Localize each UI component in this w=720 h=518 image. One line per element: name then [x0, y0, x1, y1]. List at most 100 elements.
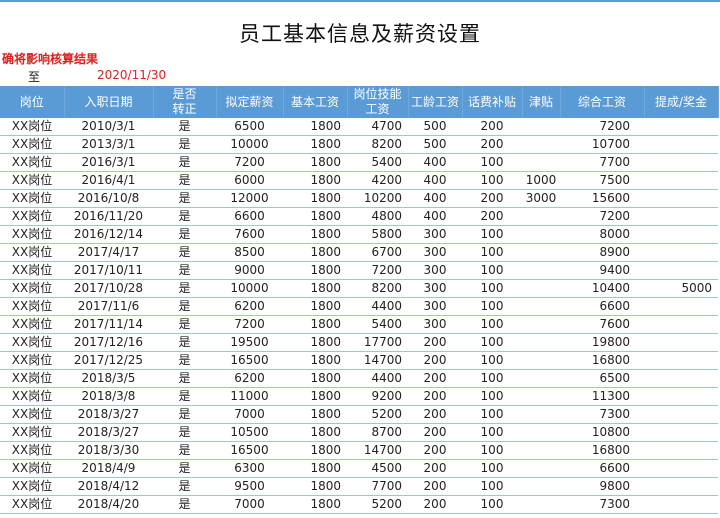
cell-phone-allowance[interactable]: 100: [462, 171, 522, 190]
cell-phone-allowance[interactable]: 200: [462, 135, 522, 154]
table-row[interactable]: XX岗位 2018/3/27 是 10500 1800 8700 200 100 10800: [0, 423, 718, 442]
column-header-commission-bonus[interactable]: 提成/奖金: [644, 86, 719, 118]
cell-skill-salary[interactable]: 4700: [347, 118, 408, 136]
cell-base-salary[interactable]: 1800: [283, 405, 347, 424]
cell-base-salary[interactable]: 1800: [283, 118, 347, 136]
table-row[interactable]: XX岗位 2018/3/5 是 6200 1800 4400 200 100 6500: [0, 369, 718, 388]
cell-confirmed[interactable]: 是: [153, 135, 216, 154]
cell-base-salary[interactable]: 1800: [283, 441, 347, 460]
cell-base-salary[interactable]: 1800: [283, 207, 347, 226]
table-row[interactable]: XX岗位 2018/4/12 是 9500 1800 7700 200 100 9800: [0, 477, 718, 496]
table-row[interactable]: XX岗位 2016/4/1 是 6000 1800 4200 400 100 1000 7500: [0, 171, 718, 190]
cell-allowance[interactable]: 1000: [522, 171, 560, 190]
cell-phone-allowance[interactable]: 100: [462, 279, 522, 298]
cell-hire-date[interactable]: 2017/4/17: [64, 243, 153, 262]
cell-hire-date[interactable]: 2018/3/30: [64, 441, 153, 460]
cell-allowance[interactable]: [522, 243, 560, 262]
cell-commission-bonus[interactable]: [644, 423, 718, 442]
cell-seniority-pay[interactable]: 500: [408, 118, 462, 136]
cell-allowance[interactable]: [522, 333, 560, 352]
cell-phone-allowance[interactable]: 200: [462, 118, 522, 136]
cell-hire-date[interactable]: 2017/12/16: [64, 333, 153, 352]
cell-skill-salary[interactable]: 8200: [347, 135, 408, 154]
table-row[interactable]: XX岗位 2017/12/16 是 19500 1800 17700 200 100 19800: [0, 333, 718, 352]
column-header-hire-date[interactable]: 入职日期: [64, 86, 154, 118]
column-header-base-salary[interactable]: 基本工资: [283, 86, 348, 118]
cell-total-salary[interactable]: 10400: [560, 279, 644, 298]
cell-base-salary[interactable]: 1800: [283, 477, 347, 496]
cell-position[interactable]: XX岗位: [0, 135, 64, 154]
cell-position[interactable]: XX岗位: [0, 423, 64, 442]
cell-phone-allowance[interactable]: 100: [462, 423, 522, 442]
cell-allowance[interactable]: [522, 261, 560, 280]
cell-confirmed[interactable]: 是: [153, 171, 216, 190]
cell-skill-salary[interactable]: 14700: [347, 351, 408, 370]
cell-confirmed[interactable]: 是: [153, 189, 216, 208]
cell-allowance[interactable]: [522, 405, 560, 424]
cell-total-salary[interactable]: 7200: [560, 207, 644, 226]
cell-total-salary[interactable]: 6600: [560, 459, 644, 478]
table-row[interactable]: XX岗位 2018/4/9 是 6300 1800 4500 200 100 6600: [0, 459, 718, 478]
cell-seniority-pay[interactable]: 200: [408, 333, 462, 352]
cell-phone-allowance[interactable]: 100: [462, 369, 522, 388]
cell-allowance[interactable]: [522, 369, 560, 388]
table-row[interactable]: XX岗位 2016/10/8 是 12000 1800 10200 400 200 3000 15…: [0, 189, 718, 208]
cell-phone-allowance[interactable]: 200: [462, 189, 522, 208]
cell-allowance[interactable]: [522, 135, 560, 154]
cell-hire-date[interactable]: 2018/3/5: [64, 369, 153, 388]
table-row[interactable]: XX岗位 2017/4/17 是 8500 1800 6700 300 100 8900: [0, 243, 718, 262]
cell-seniority-pay[interactable]: 300: [408, 261, 462, 280]
cell-skill-salary[interactable]: 7700: [347, 477, 408, 496]
cell-confirmed[interactable]: 是: [153, 423, 216, 442]
cell-position[interactable]: XX岗位: [0, 441, 64, 460]
column-header-allowance[interactable]: 津贴: [522, 86, 561, 118]
cell-proposed-salary[interactable]: 19500: [216, 333, 283, 352]
cell-seniority-pay[interactable]: 200: [408, 477, 462, 496]
cell-total-salary[interactable]: 10700: [560, 135, 644, 154]
column-header-total-salary[interactable]: 综合工资: [560, 86, 645, 118]
cell-total-salary[interactable]: 16800: [560, 441, 644, 460]
column-header-skill-salary[interactable]: 岗位技能 工资: [347, 86, 409, 118]
cell-hire-date[interactable]: 2018/3/27: [64, 405, 153, 424]
cell-hire-date[interactable]: 2017/10/28: [64, 279, 153, 298]
cell-position[interactable]: XX岗位: [0, 243, 64, 262]
cell-proposed-salary[interactable]: 7000: [216, 495, 283, 514]
cell-commission-bonus[interactable]: [644, 207, 718, 226]
cell-skill-salary[interactable]: 8700: [347, 423, 408, 442]
cell-position[interactable]: XX岗位: [0, 261, 64, 280]
table-row[interactable]: XX岗位 2018/3/27 是 7000 1800 5200 200 100 7300: [0, 405, 718, 424]
cell-base-salary[interactable]: 1800: [283, 135, 347, 154]
cell-position[interactable]: XX岗位: [0, 333, 64, 352]
cell-total-salary[interactable]: 19800: [560, 333, 644, 352]
cell-base-salary[interactable]: 1800: [283, 315, 347, 334]
column-header-phone-allowance[interactable]: 话费补贴: [462, 86, 523, 118]
cell-seniority-pay[interactable]: 200: [408, 351, 462, 370]
cell-allowance[interactable]: [522, 423, 560, 442]
cell-proposed-salary[interactable]: 6500: [216, 118, 283, 136]
cell-position[interactable]: XX岗位: [0, 153, 64, 172]
cell-hire-date[interactable]: 2013/3/1: [64, 135, 153, 154]
cell-seniority-pay[interactable]: 500: [408, 135, 462, 154]
cell-phone-allowance[interactable]: 200: [462, 207, 522, 226]
cell-seniority-pay[interactable]: 300: [408, 279, 462, 298]
cell-position[interactable]: XX岗位: [0, 315, 64, 334]
table-row[interactable]: XX岗位 2017/11/6 是 6200 1800 4400 300 100 6600: [0, 297, 718, 316]
cell-confirmed[interactable]: 是: [153, 477, 216, 496]
cell-commission-bonus[interactable]: [644, 153, 718, 172]
cell-skill-salary[interactable]: 5200: [347, 405, 408, 424]
cell-total-salary[interactable]: 7700: [560, 153, 644, 172]
cell-confirmed[interactable]: 是: [153, 351, 216, 370]
cell-allowance[interactable]: [522, 351, 560, 370]
table-row[interactable]: XX岗位 2017/12/25 是 16500 1800 14700 200 100 16800: [0, 351, 718, 370]
cell-position[interactable]: XX岗位: [0, 118, 64, 136]
cell-base-salary[interactable]: 1800: [283, 387, 347, 406]
table-row[interactable]: XX岗位 2018/3/8 是 11000 1800 9200 200 100 11300: [0, 387, 718, 406]
cell-skill-salary[interactable]: 4200: [347, 171, 408, 190]
cell-hire-date[interactable]: 2018/4/9: [64, 459, 153, 478]
cell-phone-allowance[interactable]: 100: [462, 387, 522, 406]
cell-hire-date[interactable]: 2010/3/1: [64, 118, 153, 136]
cell-hire-date[interactable]: 2017/10/11: [64, 261, 153, 280]
cell-total-salary[interactable]: 11300: [560, 387, 644, 406]
cell-proposed-salary[interactable]: 16500: [216, 351, 283, 370]
column-header-confirmed[interactable]: 是否 转正: [153, 86, 217, 118]
